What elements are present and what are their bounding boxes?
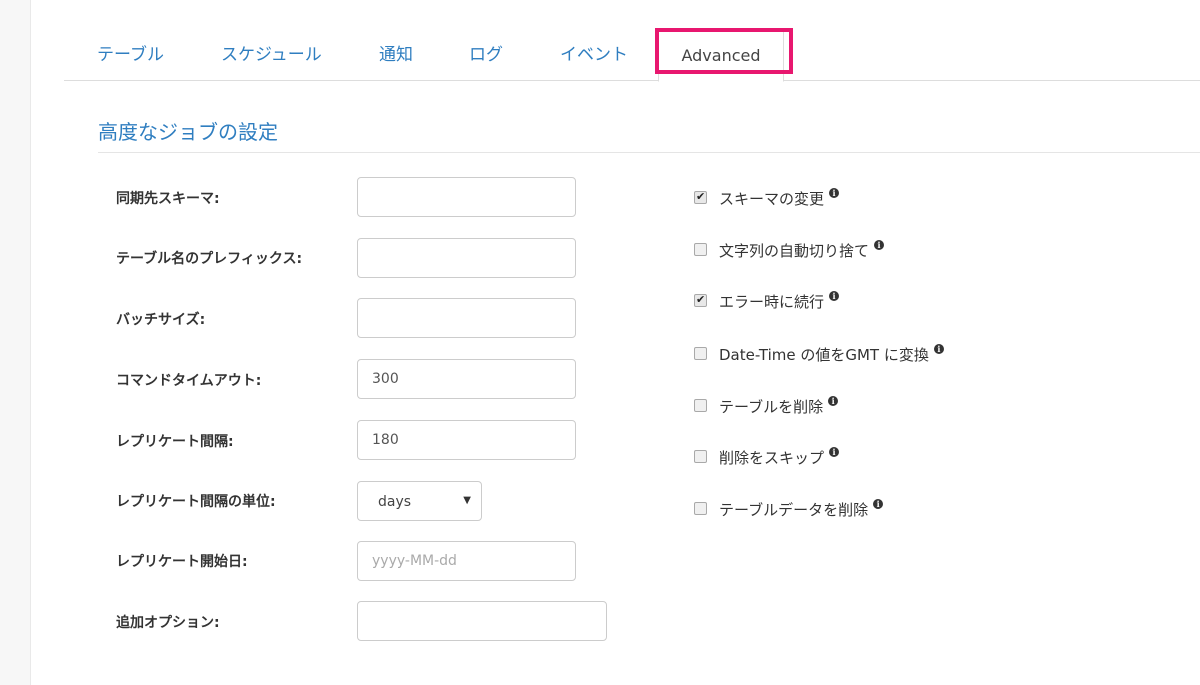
checkbox[interactable]: ✔ bbox=[694, 190, 707, 204]
section-divider bbox=[98, 152, 1200, 153]
caret-down-icon: ▼ bbox=[463, 495, 471, 506]
table-prefix-input[interactable] bbox=[357, 238, 576, 278]
option-label-text: 文字列の自動切り捨て bbox=[719, 242, 870, 260]
option-label[interactable]: エラー時に続行 i bbox=[719, 291, 840, 312]
command-timeout-input[interactable] bbox=[357, 359, 576, 399]
option-label[interactable]: Date-Time の値をGMT に変換 i bbox=[719, 344, 944, 365]
checkbox[interactable] bbox=[694, 450, 707, 463]
label-other-options: 追加オプション: bbox=[116, 615, 220, 631]
tab-logs[interactable]: ログ bbox=[469, 28, 503, 80]
info-icon[interactable]: i bbox=[873, 499, 884, 509]
option-label-text: 削除をスキップ bbox=[719, 449, 825, 467]
label-command-timeout: コマンドタイムアウト: bbox=[116, 373, 262, 389]
info-icon[interactable]: i bbox=[829, 291, 840, 301]
info-icon[interactable]: i bbox=[829, 447, 840, 457]
left-rail bbox=[0, 0, 31, 685]
checkbox[interactable]: ✔ bbox=[694, 293, 707, 307]
info-icon[interactable]: i bbox=[874, 240, 885, 250]
replicate-interval-input[interactable] bbox=[357, 420, 576, 460]
tab-advanced[interactable]: Advanced bbox=[658, 28, 784, 82]
info-icon[interactable]: i bbox=[828, 396, 839, 406]
replicate-start-date-input[interactable] bbox=[357, 541, 576, 581]
tab-schedule[interactable]: スケジュール bbox=[221, 28, 322, 80]
info-icon[interactable]: i bbox=[933, 344, 944, 354]
tab-notifications[interactable]: 通知 bbox=[379, 28, 413, 80]
option-label[interactable]: テーブルを削除 i bbox=[719, 396, 839, 417]
tab-table[interactable]: テーブル bbox=[97, 28, 164, 80]
option-label-text: テーブルを削除 bbox=[719, 398, 824, 416]
label-replicate-interval: レプリケート間隔: bbox=[116, 434, 234, 450]
other-options-input[interactable] bbox=[357, 601, 607, 641]
check-icon: ✔ bbox=[696, 293, 706, 306]
label-table-prefix: テーブル名のプレフィックス: bbox=[116, 251, 303, 267]
section-title: 高度なジョブの設定 bbox=[98, 120, 278, 144]
tab-events[interactable]: イベント bbox=[560, 28, 628, 80]
option-label-text: テーブルデータを削除 bbox=[719, 501, 869, 519]
replicate-interval-unit-select[interactable]: days ▼ bbox=[357, 481, 482, 521]
label-replicate-start-date: レプリケート開始日: bbox=[116, 554, 248, 570]
label-batch-size: バッチサイズ: bbox=[116, 312, 206, 328]
checkbox[interactable] bbox=[694, 243, 707, 256]
label-replicate-interval-unit: レプリケート間隔の単位: bbox=[116, 494, 276, 510]
option-label[interactable]: 文字列の自動切り捨て i bbox=[719, 240, 885, 261]
label-target-schema: 同期先スキーマ: bbox=[116, 191, 220, 207]
check-icon: ✔ bbox=[696, 190, 706, 203]
checkbox[interactable] bbox=[694, 347, 707, 360]
option-label-text: エラー時に続行 bbox=[719, 293, 825, 311]
select-value: days bbox=[378, 494, 412, 510]
checkbox[interactable] bbox=[694, 502, 707, 515]
option-label-text: Date-Time の値をGMT に変換 bbox=[719, 346, 929, 364]
checkbox[interactable] bbox=[694, 399, 707, 412]
option-label[interactable]: 削除をスキップ i bbox=[719, 447, 840, 468]
info-icon[interactable]: i bbox=[829, 188, 840, 198]
option-label[interactable]: スキーマの変更 i bbox=[719, 188, 840, 209]
target-schema-input[interactable] bbox=[357, 177, 576, 217]
batch-size-input[interactable] bbox=[357, 298, 576, 338]
tab-bar: テーブル スケジュール 通知 ログ イベント Advanced bbox=[64, 28, 1200, 82]
option-label[interactable]: テーブルデータを削除 i bbox=[719, 499, 884, 520]
option-label-text: スキーマの変更 bbox=[719, 190, 825, 208]
